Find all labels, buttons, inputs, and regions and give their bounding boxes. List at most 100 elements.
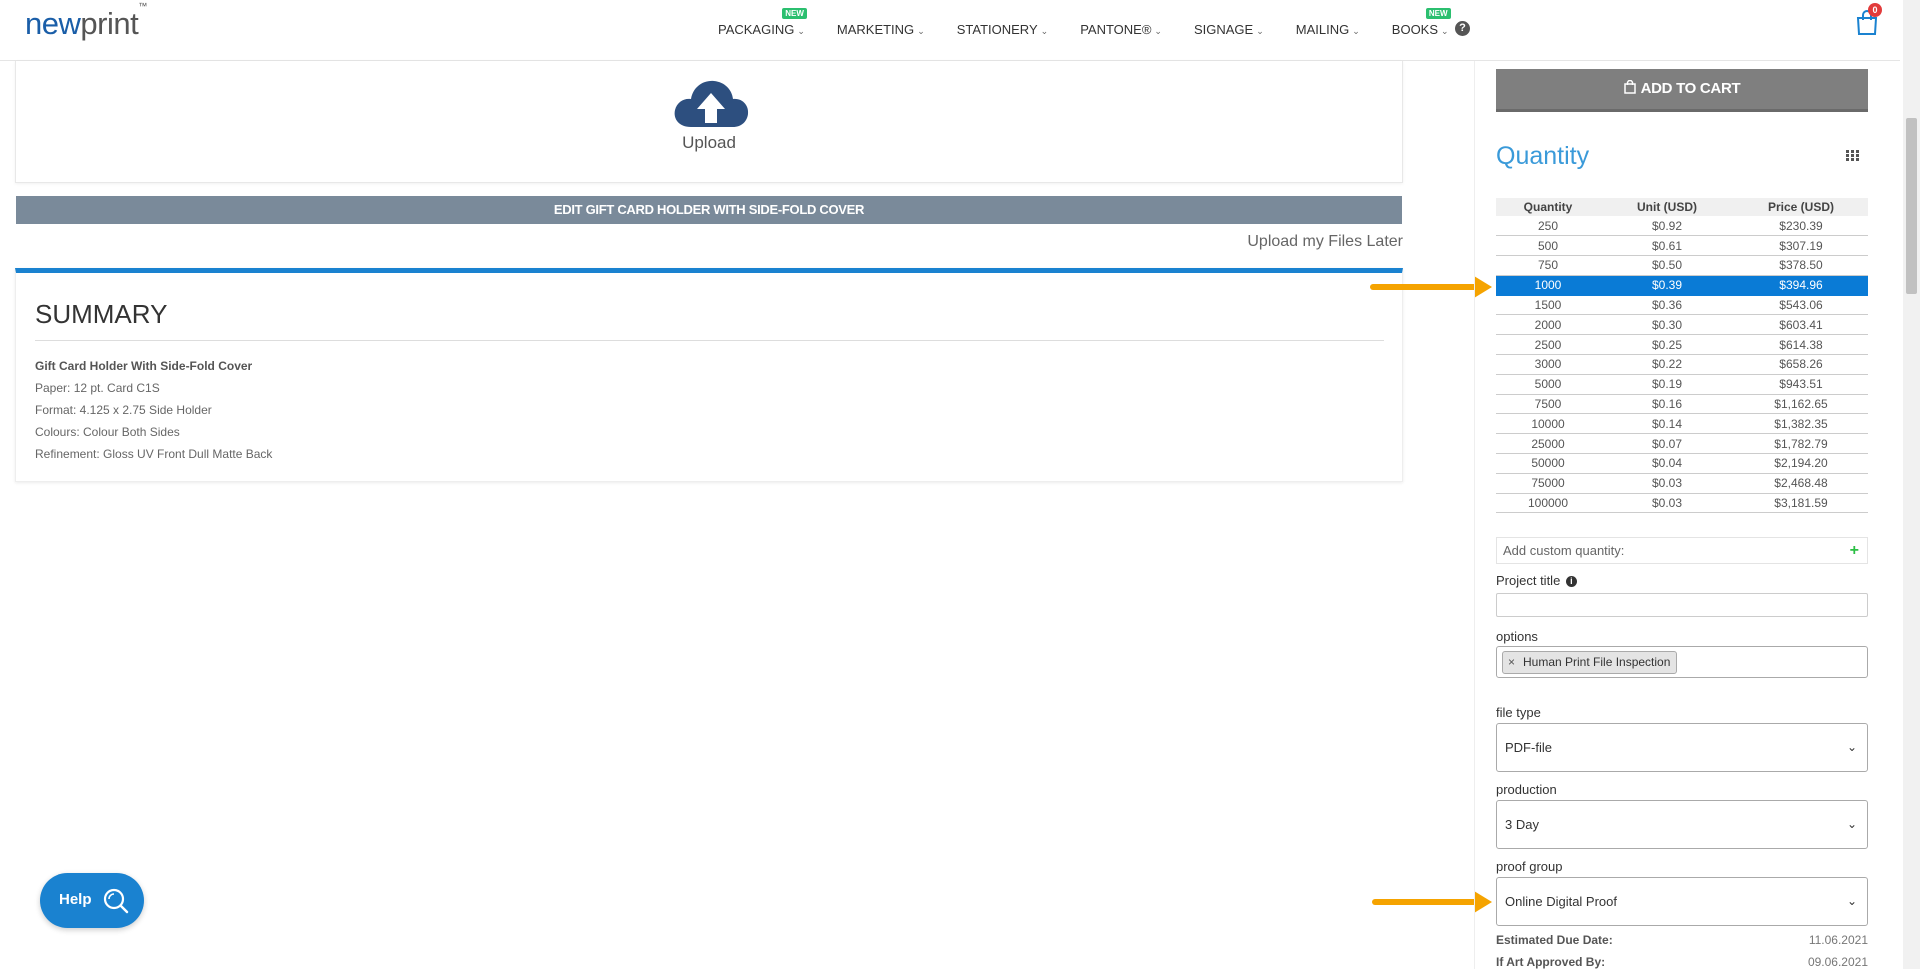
- edit-product-button[interactable]: EDIT GIFT CARD HOLDER WITH SIDE-FOLD COV…: [16, 196, 1402, 224]
- proof-group-select[interactable]: Online Digital Proof ⌄: [1496, 877, 1868, 926]
- plus-icon[interactable]: +: [1850, 538, 1859, 563]
- summary-details: Gift Card Holder With Side-Fold Cover Pa…: [35, 355, 272, 465]
- table-row[interactable]: 3000 $0.22 $658.26: [1496, 354, 1868, 375]
- file-type-value: PDF-file: [1505, 740, 1552, 755]
- add-to-cart-button[interactable]: ADD TO CART: [1496, 69, 1868, 112]
- column-header-price: Price (USD): [1734, 198, 1868, 216]
- table-row[interactable]: 750 $0.50 $378.50: [1496, 255, 1868, 276]
- column-header-unit: Unit (USD): [1600, 198, 1734, 216]
- proof-group-label: proof group: [1496, 859, 1563, 874]
- nav-item-label: PACKAGING: [718, 22, 795, 37]
- nav-item-signage[interactable]: SIGNAGE ⌄: [1194, 22, 1264, 37]
- options-multiselect[interactable]: × Human Print File Inspection: [1496, 646, 1868, 678]
- estimated-due-date: Estimated Due Date: 11.06.2021: [1496, 933, 1868, 947]
- approved-by-label: If Art Approved By:: [1496, 955, 1606, 969]
- divider: [35, 340, 1384, 341]
- quantity-cell: 500: [1496, 235, 1600, 257]
- file-type-label: file type: [1496, 705, 1541, 720]
- nav-item-label: PANTONE®: [1080, 22, 1152, 37]
- unit-price-cell: $0.30: [1600, 314, 1734, 336]
- option-tag-label: Human Print File Inspection: [1523, 655, 1671, 669]
- nav-item-label: SIGNAGE: [1193, 22, 1254, 37]
- total-price-cell: $2,194.20: [1734, 453, 1868, 474]
- production-select[interactable]: 3 Day ⌄: [1496, 800, 1868, 849]
- table-row[interactable]: 2000 $0.30 $603.41: [1496, 314, 1868, 336]
- unit-price-cell: $0.03: [1600, 473, 1734, 494]
- chevron-down-icon: ⌄: [1352, 26, 1360, 36]
- due-date-label: Estimated Due Date:: [1496, 933, 1613, 947]
- cloud-upload-icon: [674, 80, 749, 127]
- table-header-row: Quantity Unit (USD) Price (USD): [1496, 198, 1868, 216]
- table-row[interactable]: 75000 $0.03 $2,468.48: [1496, 473, 1868, 494]
- summary-colours: Colours: Colour Both Sides: [35, 425, 180, 439]
- nav-item-pantone[interactable]: PANTONE® ⌄: [1080, 22, 1162, 37]
- total-price-cell: $230.39: [1734, 216, 1868, 237]
- grid-view-icon[interactable]: [1846, 150, 1859, 161]
- quantity-cell: 10000: [1496, 413, 1600, 435]
- quantity-title: Quantity: [1496, 142, 1590, 170]
- file-type-select[interactable]: PDF-file ⌄: [1496, 723, 1868, 772]
- chevron-down-icon: ⌄: [917, 26, 925, 36]
- table-row[interactable]: 10000 $0.14 $1,382.35: [1496, 413, 1868, 435]
- unit-price-cell: $0.19: [1600, 374, 1734, 395]
- table-row[interactable]: 100000 $0.03 $3,181.59: [1496, 493, 1868, 514]
- help-icon[interactable]: ?: [1455, 21, 1470, 36]
- table-row[interactable]: 2500 $0.25 $614.38: [1496, 334, 1868, 356]
- table-row[interactable]: 50000 $0.04 $2,194.20: [1496, 453, 1868, 474]
- unit-price-cell: $0.50: [1600, 255, 1734, 276]
- nav-item-books[interactable]: BOOKS ⌄ NEW: [1391, 8, 1451, 37]
- nav-item-packaging[interactable]: PACKAGING ⌄ NEW: [718, 8, 807, 37]
- summary-title: SUMMARY: [35, 299, 168, 329]
- table-row[interactable]: 5000 $0.19 $943.51: [1496, 374, 1868, 395]
- site-header: newprint™ PACKAGING ⌄ NEW MARKETING ⌄ STATION…: [0, 0, 1900, 61]
- scrollbar-thumb[interactable]: [1906, 118, 1917, 294]
- unit-price-cell: $0.39: [1600, 275, 1734, 296]
- summary-refinement: Refinement: Gloss UV Front Dull Matte Ba…: [35, 447, 273, 461]
- chevron-down-icon: ⌄: [1040, 26, 1049, 36]
- chevron-down-icon: ⌄: [797, 26, 805, 36]
- total-price-cell: $603.41: [1734, 314, 1868, 336]
- quantity-cell: 1000: [1496, 275, 1600, 296]
- table-row[interactable]: 500 $0.61 $307.19: [1496, 235, 1868, 257]
- table-row[interactable]: 25000 $0.07 $1,782.79: [1496, 433, 1868, 455]
- chevron-down-icon: ⌄: [1846, 740, 1857, 754]
- due-date-value: 11.06.2021: [1808, 933, 1868, 947]
- table-row[interactable]: 1000 $0.39 $394.96: [1496, 275, 1868, 296]
- new-badge: NEW: [1425, 8, 1451, 19]
- upload-area[interactable]: Upload: [15, 61, 1403, 183]
- project-title-input[interactable]: [1496, 593, 1868, 617]
- chevron-down-icon: ⌄: [1846, 817, 1857, 831]
- table-row[interactable]: 1500 $0.36 $543.06: [1496, 295, 1868, 316]
- custom-quantity-input[interactable]: Add custom quantity: +: [1496, 537, 1868, 564]
- total-price-cell: $1,782.79: [1734, 433, 1868, 455]
- nav-item-stationery[interactable]: STATIONERY ⌄: [957, 22, 1048, 37]
- options-label: options: [1496, 629, 1538, 644]
- table-row[interactable]: 7500 $0.16 $1,162.65: [1496, 394, 1868, 415]
- info-icon[interactable]: i: [1565, 576, 1577, 588]
- annotation-arrow-quantity: [1370, 276, 1492, 298]
- upload-label: Upload: [682, 133, 736, 152]
- logo-print: print: [80, 6, 139, 41]
- project-title-label-text: Project title: [1496, 573, 1561, 588]
- nav-item-label: BOOKS: [1391, 22, 1439, 37]
- upload-files-later-link[interactable]: Upload my Files Later: [1247, 233, 1403, 251]
- total-price-cell: $943.51: [1734, 374, 1868, 395]
- unit-price-cell: $0.07: [1600, 433, 1734, 455]
- table-row[interactable]: 250 $0.92 $230.39: [1496, 216, 1868, 237]
- art-approved-by: If Art Approved By: 09.06.2021: [1496, 955, 1868, 969]
- unit-price-cell: $0.16: [1600, 394, 1734, 415]
- nav-item-marketing[interactable]: MARKETING ⌄: [837, 22, 925, 37]
- total-price-cell: $658.26: [1734, 354, 1868, 375]
- remove-tag-icon[interactable]: ×: [1508, 652, 1515, 673]
- quantity-cell: 3000: [1496, 354, 1600, 375]
- nav-item-mailing[interactable]: MAILING ⌄: [1296, 22, 1360, 37]
- column-header-quantity: Quantity: [1496, 198, 1600, 216]
- production-value: 3 Day: [1505, 817, 1539, 832]
- unit-price-cell: $0.61: [1600, 235, 1734, 257]
- newprint-logo[interactable]: newprint™: [25, 1, 147, 42]
- search-icon: [103, 888, 129, 914]
- help-button[interactable]: Help: [40, 873, 144, 928]
- total-price-cell: $307.19: [1734, 235, 1868, 257]
- nav-item-label: STATIONERY: [956, 22, 1038, 37]
- option-tag: × Human Print File Inspection: [1502, 651, 1678, 674]
